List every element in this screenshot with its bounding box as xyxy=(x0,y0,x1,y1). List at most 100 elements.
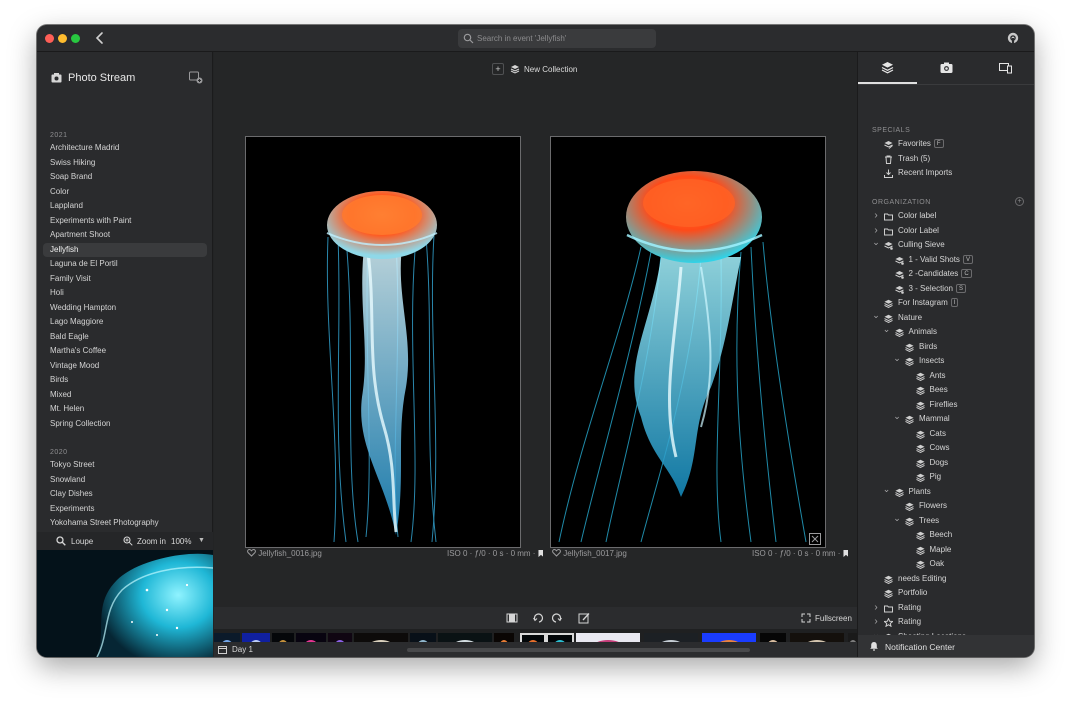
tree-item[interactable]: ⌄ Animals xyxy=(858,322,1034,340)
tree-item[interactable]: › Rating xyxy=(858,601,1034,616)
tree-item[interactable]: Cows xyxy=(858,441,1034,456)
add-to-stream-icon[interactable] xyxy=(189,71,203,84)
minimize-window-button[interactable] xyxy=(58,34,67,43)
chevron-down-icon[interactable]: ⌄ xyxy=(883,482,891,497)
heart-icon[interactable] xyxy=(552,549,561,557)
event-item[interactable]: Spring Collection xyxy=(43,417,207,432)
event-item[interactable]: Lappland xyxy=(43,199,207,214)
tree-item[interactable]: ⌄ Mammal xyxy=(858,409,1034,427)
tree-item[interactable]: Birds xyxy=(858,340,1034,355)
tree-item[interactable]: Favorites F xyxy=(858,137,1034,152)
tree-item[interactable]: ⌄ Trees xyxy=(858,511,1034,529)
fullscreen-button[interactable]: Fullscreen xyxy=(815,614,852,623)
event-item[interactable]: Snowland xyxy=(43,473,207,488)
back-button[interactable] xyxy=(94,30,106,46)
tree-item[interactable]: Fireflies xyxy=(858,398,1034,413)
event-item[interactable]: Yokohama Street Photography xyxy=(43,516,207,531)
photo-jellyfish-0016[interactable] xyxy=(245,136,521,548)
event-item[interactable]: Lago Maggiore xyxy=(43,315,207,330)
zoom-in-label[interactable]: Zoom in xyxy=(137,537,166,546)
event-item[interactable]: Jellyfish xyxy=(43,242,207,257)
tree-item[interactable]: Portfolio xyxy=(858,586,1034,601)
tab-camera[interactable] xyxy=(917,58,976,84)
event-item[interactable]: Tokyo Street xyxy=(43,458,207,473)
filmstrip-scrollbar[interactable] xyxy=(407,648,750,652)
notification-center[interactable]: Notification Center xyxy=(858,635,1034,657)
tree-item[interactable]: Beech xyxy=(858,528,1034,543)
chevron-down-icon[interactable]: ⌄ xyxy=(893,511,901,526)
tree-item[interactable]: Dogs xyxy=(858,456,1034,471)
chevron-right-icon[interactable]: › xyxy=(872,601,880,616)
tree-item[interactable]: For Instagram I xyxy=(858,296,1034,311)
chevron-down-icon[interactable]: ⌄ xyxy=(883,322,891,337)
rotate-left-icon[interactable] xyxy=(533,612,545,624)
event-item[interactable]: Mixed xyxy=(43,388,207,403)
event-item[interactable]: Soap Brand xyxy=(43,170,207,185)
event-item[interactable]: Family Visit xyxy=(43,272,207,287)
event-item[interactable]: Wedding Hampton xyxy=(43,301,207,316)
close-window-button[interactable] xyxy=(45,34,54,43)
event-item[interactable]: Martha's Coffee xyxy=(43,344,207,359)
tab-library[interactable] xyxy=(858,58,917,84)
event-item[interactable]: Vintage Mood xyxy=(43,359,207,374)
flag-icon[interactable] xyxy=(843,550,849,557)
photo-jellyfish-0017[interactable] xyxy=(550,136,826,548)
tree-item[interactable]: 1 - Valid Shots V xyxy=(858,253,1034,268)
tree-item[interactable]: › Color Label xyxy=(858,224,1034,239)
loupe-icon[interactable] xyxy=(56,536,66,546)
tree-item[interactable]: ⌄ Insects xyxy=(858,351,1034,369)
fullscreen-icon[interactable] xyxy=(801,613,811,623)
flag-icon[interactable] xyxy=(538,550,544,557)
tree-item[interactable]: Trash (5) xyxy=(858,152,1034,167)
tree-item[interactable]: Oak xyxy=(858,557,1034,572)
event-item[interactable]: Swiss Hiking xyxy=(43,156,207,171)
zoom-in-icon[interactable] xyxy=(123,536,133,546)
tree-item[interactable]: Flowers xyxy=(858,499,1034,514)
chevron-down-icon[interactable]: ⌄ xyxy=(872,308,880,323)
event-item[interactable]: Experiments with Paint xyxy=(43,214,207,229)
tree-item[interactable]: › Color label xyxy=(858,209,1034,224)
edit-icon[interactable] xyxy=(578,612,590,624)
tree-item[interactable]: ⌄ Plants xyxy=(858,482,1034,500)
chevron-right-icon[interactable]: › xyxy=(872,209,880,224)
chevron-down-icon[interactable]: ⌄ xyxy=(893,409,901,424)
tree-item[interactable]: Cats xyxy=(858,427,1034,442)
tree-item[interactable]: 2 -Candidates C xyxy=(858,267,1034,282)
tree-item[interactable]: Ants xyxy=(858,369,1034,384)
airdrop-icon[interactable] xyxy=(1007,32,1019,44)
chevron-down-icon[interactable]: ▼ xyxy=(198,537,205,544)
expand-icon[interactable] xyxy=(809,533,821,545)
event-item[interactable]: Experiments xyxy=(43,502,207,517)
tree-item[interactable]: › Rating xyxy=(858,615,1034,630)
event-item[interactable]: Laguna de El Portil xyxy=(43,257,207,272)
tree-item[interactable]: needs Editing xyxy=(858,572,1034,587)
zoom-window-button[interactable] xyxy=(71,34,80,43)
event-item[interactable]: Bald Eagle xyxy=(43,330,207,345)
event-item[interactable]: Mt. Helen xyxy=(43,402,207,417)
loupe-label[interactable]: Loupe xyxy=(71,537,93,546)
event-item[interactable]: Apartment Shoot xyxy=(43,228,207,243)
chevron-down-icon[interactable]: ⌄ xyxy=(872,235,880,250)
tree-item[interactable]: Bees xyxy=(858,383,1034,398)
event-item[interactable]: Holi xyxy=(43,286,207,301)
event-item[interactable]: Birds xyxy=(43,373,207,388)
rotate-right-icon[interactable] xyxy=(550,612,562,624)
tree-item[interactable]: 3 - Selection S xyxy=(858,282,1034,297)
chevron-down-icon[interactable]: ⌄ xyxy=(893,351,901,366)
tree-item[interactable]: Maple xyxy=(858,543,1034,558)
collection-icon xyxy=(884,299,893,308)
tree-item[interactable]: Recent Imports xyxy=(858,166,1034,181)
compare-view-icon[interactable] xyxy=(506,612,518,624)
heart-icon[interactable] xyxy=(247,549,256,557)
add-collection-button[interactable]: + xyxy=(492,63,504,75)
tree-item-label: Insects xyxy=(919,354,944,369)
event-item[interactable]: Architecture Madrid xyxy=(43,141,207,156)
search-field[interactable]: Search in event 'Jellyfish' xyxy=(458,29,656,48)
tree-item[interactable]: ⌄ Culling Sieve xyxy=(858,235,1034,253)
event-item[interactable]: Clay Dishes xyxy=(43,487,207,502)
tab-devices[interactable] xyxy=(976,58,1034,84)
add-organization-button[interactable]: + xyxy=(1015,197,1024,206)
new-collection-button[interactable]: New Collection xyxy=(524,65,577,74)
zoom-level-value[interactable]: 100% xyxy=(171,537,191,546)
event-item[interactable]: Color xyxy=(43,185,207,200)
